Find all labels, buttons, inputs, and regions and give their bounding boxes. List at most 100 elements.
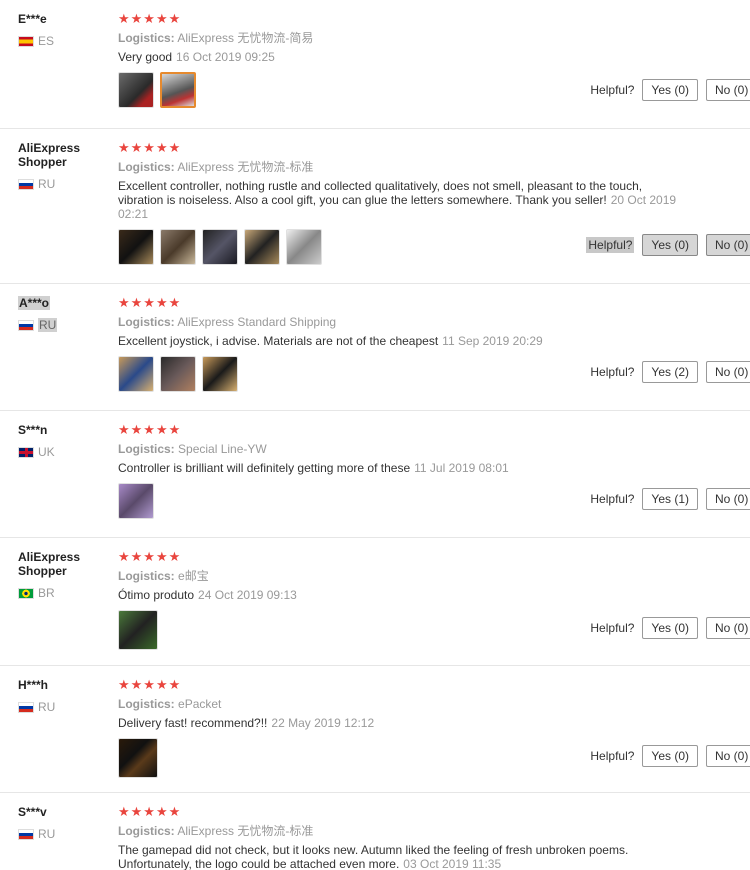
review-photo[interactable] xyxy=(118,610,158,650)
reviewer-country: RU xyxy=(38,700,56,714)
reviewer-country: RU xyxy=(38,318,58,332)
review-photo[interactable] xyxy=(118,738,158,778)
flag-ru-icon xyxy=(18,828,34,840)
star-rating: ★★★★★ xyxy=(118,677,182,692)
helpful-label: Helpful? xyxy=(590,621,635,635)
logistics-info: Logistics: ePacket xyxy=(118,697,222,711)
review-text: Very good 16 Oct 2019 09:25 xyxy=(118,50,275,64)
reviewer-name: S***n xyxy=(18,423,48,437)
helpful-voting: Helpful? Yes (0) No (0) xyxy=(590,745,750,767)
no-button[interactable]: No (0) xyxy=(706,361,750,383)
logistics-info: Logistics: AliExpress 无忧物流-简易 xyxy=(118,31,314,45)
reviewer-name: AliExpress Shopper xyxy=(18,550,81,578)
review-photo[interactable] xyxy=(160,72,196,108)
no-button[interactable]: No (0) xyxy=(706,79,750,101)
review-photo[interactable] xyxy=(118,229,154,265)
reviewer-info: AliExpress Shopper RU xyxy=(18,141,110,191)
review-text: Excellent joystick, i advise. Materials … xyxy=(118,334,543,348)
review-item: A***o RU ★★★★★ Logistics: AliExpress Sta… xyxy=(0,284,750,411)
review-photo[interactable] xyxy=(202,356,238,392)
star-rating: ★★★★★ xyxy=(118,549,182,564)
reviewer-country: BR xyxy=(38,586,55,600)
yes-button[interactable]: Yes (0) xyxy=(642,617,698,639)
review-date: 03 Oct 2019 11:35 xyxy=(403,857,502,870)
flag-es-icon xyxy=(18,35,34,47)
helpful-voting: Helpful? Yes (0) No (0) xyxy=(586,234,750,256)
no-button[interactable]: No (0) xyxy=(706,745,750,767)
star-rating: ★★★★★ xyxy=(118,804,182,819)
star-rating: ★★★★★ xyxy=(118,140,182,155)
helpful-voting: Helpful? Yes (2) No (0) xyxy=(590,361,750,383)
yes-button[interactable]: Yes (1) xyxy=(642,488,698,510)
helpful-label: Helpful? xyxy=(586,237,635,253)
yes-button[interactable]: Yes (0) xyxy=(642,234,698,256)
reviewer-info: AliExpress Shopper BR xyxy=(18,550,110,600)
flag-ru-icon xyxy=(18,701,34,713)
no-button[interactable]: No (0) xyxy=(706,488,750,510)
reviewer-info: H***h RU xyxy=(18,678,110,714)
review-item: H***h RU ★★★★★ Logistics: ePacket Delive… xyxy=(0,666,750,793)
flag-uk-icon xyxy=(18,446,34,458)
review-text: Excellent controller, nothing rustle and… xyxy=(118,179,677,221)
helpful-label: Helpful? xyxy=(590,492,635,506)
review-date: 16 Oct 2019 09:25 xyxy=(176,50,275,64)
review-item: AliExpress Shopper RU ★★★★★ Logistics: A… xyxy=(0,129,750,284)
review-photo[interactable] xyxy=(160,356,196,392)
yes-button[interactable]: Yes (0) xyxy=(642,745,698,767)
logistics-info: Logistics: Special Line-YW xyxy=(118,442,267,456)
review-date: 11 Sep 2019 20:29 xyxy=(442,334,543,348)
reviewer-info: S***n UK xyxy=(18,423,110,459)
reviewer-name: AliExpress Shopper xyxy=(18,141,81,169)
reviewer-name: H***h xyxy=(18,678,49,692)
reviewer-info: E***e ES xyxy=(18,12,110,48)
review-photo[interactable] xyxy=(160,229,196,265)
flag-ru-icon xyxy=(18,178,34,190)
review-item: S***v RU ★★★★★ Logistics: AliExpress 无忧物… xyxy=(0,793,750,870)
review-date: 22 May 2019 12:12 xyxy=(271,716,375,730)
reviews-list: E***e ES ★★★★★ Logistics: AliExpress 无忧物… xyxy=(0,0,750,870)
review-photo[interactable] xyxy=(118,72,154,108)
yes-button[interactable]: Yes (2) xyxy=(642,361,698,383)
review-photo[interactable] xyxy=(118,483,154,519)
reviewer-name: E***e xyxy=(18,12,47,26)
helpful-voting: Helpful? Yes (0) No (0) xyxy=(590,617,750,639)
review-photo[interactable] xyxy=(244,229,280,265)
review-date: 11 Jul 2019 08:01 xyxy=(414,461,509,475)
logistics-info: Logistics: AliExpress 无忧物流-标准 xyxy=(118,160,314,174)
yes-button[interactable]: Yes (0) xyxy=(642,79,698,101)
reviewer-name: S***v xyxy=(18,805,47,819)
logistics-info: Logistics: AliExpress Standard Shipping xyxy=(118,315,337,329)
helpful-voting: Helpful? Yes (1) No (0) xyxy=(590,488,750,510)
logistics-info: Logistics: e邮宝 xyxy=(118,569,209,583)
review-item: AliExpress Shopper BR ★★★★★ Logistics: e… xyxy=(0,538,750,666)
helpful-label: Helpful? xyxy=(590,83,635,97)
no-button[interactable]: No (0) xyxy=(706,234,750,256)
review-text: Delivery fast! recommend?!! 22 May 2019 1… xyxy=(118,716,375,730)
reviewer-info: S***v RU xyxy=(18,805,110,841)
reviewer-country: ES xyxy=(38,34,55,48)
helpful-label: Helpful? xyxy=(590,749,635,763)
review-item: S***n UK ★★★★★ Logistics: Special Line-Y… xyxy=(0,411,750,538)
helpful-label: Helpful? xyxy=(590,365,635,379)
review-photo[interactable] xyxy=(286,229,322,265)
review-text: Controller is brilliant will definitely … xyxy=(118,461,509,475)
reviewer-info: A***o RU xyxy=(18,296,110,332)
review-photo[interactable] xyxy=(118,356,154,392)
no-button[interactable]: No (0) xyxy=(706,617,750,639)
helpful-voting: Helpful? Yes (0) No (0) xyxy=(590,79,750,101)
review-text: Ótimo produto 24 Oct 2019 09:13 xyxy=(118,588,297,602)
review-text: The gamepad did not check, but it looks … xyxy=(118,843,629,870)
star-rating: ★★★★★ xyxy=(118,422,182,437)
flag-ru-icon xyxy=(18,319,34,331)
review-photo[interactable] xyxy=(202,229,238,265)
logistics-info: Logistics: AliExpress 无忧物流-标准 xyxy=(118,824,314,838)
reviewer-country: UK xyxy=(38,445,55,459)
review-item: E***e ES ★★★★★ Logistics: AliExpress 无忧物… xyxy=(0,0,750,129)
flag-br-icon xyxy=(18,587,34,599)
review-date: 24 Oct 2019 09:13 xyxy=(198,588,297,602)
reviewer-name: A***o xyxy=(18,296,51,310)
reviewer-country: RU xyxy=(38,177,56,191)
star-rating: ★★★★★ xyxy=(118,295,182,310)
reviewer-country: RU xyxy=(38,827,56,841)
star-rating: ★★★★★ xyxy=(118,11,182,26)
